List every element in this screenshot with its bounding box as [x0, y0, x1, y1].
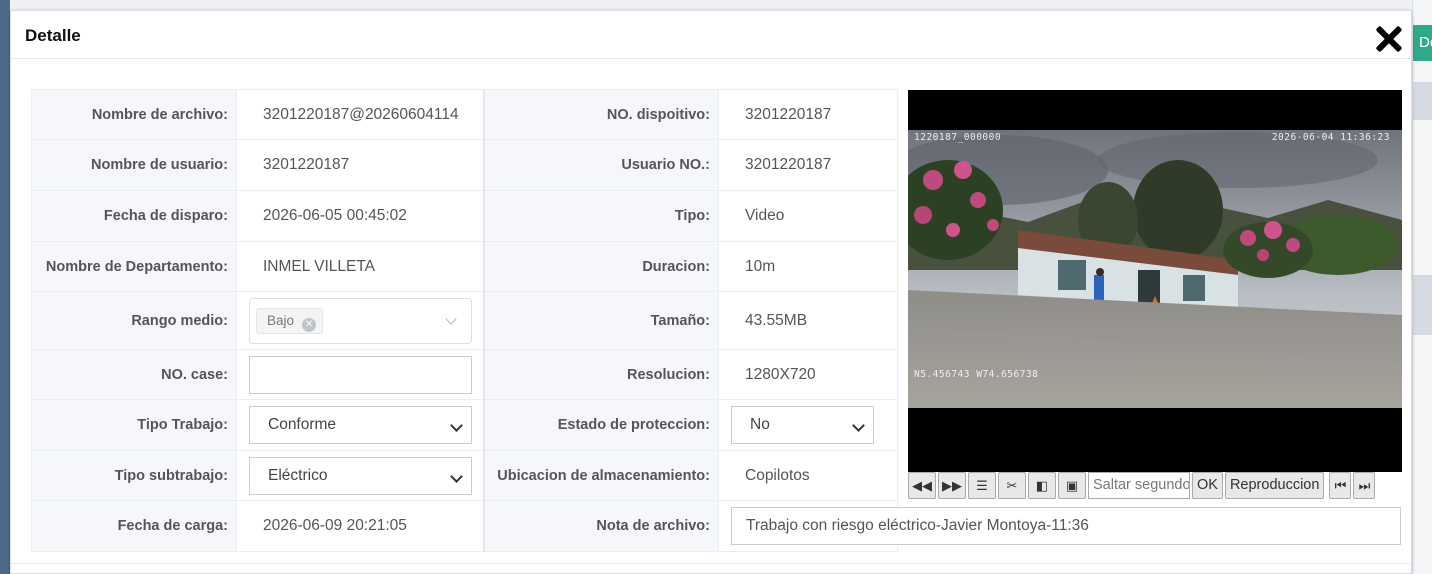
tipo-trabajo-value: Conforme [268, 416, 337, 433]
value-no-dispositivo: 3201220187 [718, 89, 898, 140]
tag-label: Bajo [267, 312, 295, 328]
form-row: Fecha de carga: 2026-06-09 20:21:05 Nota… [31, 500, 1401, 552]
chevron-down-icon [445, 312, 457, 325]
skip-start-icon[interactable]: ⏮ [1329, 472, 1352, 499]
dialog-title: Detalle [25, 26, 81, 45]
form-row: NO. case: Resolucion: 1280X720 [31, 349, 898, 400]
chevron-down-icon [852, 419, 865, 432]
value-tipo: Video [718, 190, 898, 242]
label-no-dispositivo: NO. dispoitivo: [483, 89, 719, 140]
chevron-down-icon [450, 419, 463, 432]
osd-coordinates: N5.456743 W74.656738 [914, 369, 1039, 380]
background-page [0, 0, 1432, 10]
value-usuario-no: 3201220187 [718, 139, 898, 191]
value-nombre-archivo: 3201220187@20260604114 [236, 89, 485, 140]
label-ubicacion: Ubicacion de almacenamiento: [483, 450, 719, 501]
label-fecha-disparo: Fecha de disparo: [31, 190, 237, 242]
value-ubicacion: Copilotos [718, 450, 898, 501]
play-button[interactable]: Reproduccion [1224, 472, 1325, 499]
background-row [1413, 82, 1432, 120]
background-row [1413, 275, 1432, 335]
label-tipo: Tipo: [483, 190, 719, 242]
background-action-button[interactable]: De [1413, 25, 1432, 61]
video-frame: 1220187_000000 2026-06-04 11:36:23 N5.45… [908, 130, 1402, 408]
estado-proteccion-value: No [750, 416, 770, 433]
seek-seconds-input[interactable]: Saltar segundo [1088, 472, 1190, 499]
label-nombre-archivo: Nombre de archivo: [31, 89, 237, 140]
dialog-footer-divider [11, 563, 1411, 564]
dialog-header: Detalle [11, 11, 1411, 59]
label-duracion: Duracion: [483, 241, 719, 292]
value-duracion: 10m [718, 241, 898, 292]
no-case-input[interactable] [249, 355, 472, 394]
osd-timestamp: 2026-06-04 11:36:23 [1271, 132, 1390, 143]
form-row: Nombre de usuario: 3201220187 Usuario NO… [31, 139, 898, 191]
estado-proteccion-select[interactable]: No [731, 406, 874, 444]
label-tipo-subtrabajo: Tipo subtrabajo: [31, 450, 237, 501]
rango-medio-select[interactable]: Bajo ✕ [249, 297, 472, 344]
video-scene-image [908, 130, 1402, 408]
value-departamento: INMEL VILLETA [236, 241, 485, 292]
value-nombre-usuario: 3201220187 [236, 139, 485, 191]
tipo-subtrabajo-cell: Eléctrico [236, 450, 485, 501]
rango-medio-cell: Bajo ✕ [236, 291, 485, 350]
value-fecha-carga: 2026-06-09 20:21:05 [236, 500, 485, 552]
estado-proteccion-cell: No [718, 399, 898, 451]
ok-button[interactable]: OK [1192, 472, 1223, 499]
label-no-case: NO. case: [31, 349, 237, 400]
form-row: Nombre de Departamento: INMEL VILLETA Du… [31, 241, 898, 292]
nota-archivo-cell: Trabajo con riesgo eléctrico-Javier Mont… [718, 500, 1401, 552]
tipo-trabajo-select[interactable]: Conforme [249, 406, 472, 444]
close-icon[interactable] [1373, 23, 1405, 55]
form-row: Nombre de archivo: 3201220187@2026060411… [31, 89, 898, 140]
nota-archivo-input[interactable]: Trabajo con riesgo eléctrico-Javier Mont… [731, 507, 1401, 545]
detail-dialog: Detalle Nombre de archivo: 3201220187@20… [10, 10, 1412, 574]
label-rango-medio: Rango medio: [31, 291, 237, 350]
osd-device-id: 1220187_000000 [914, 132, 1002, 143]
skip-end-icon[interactable]: ⏭ [1353, 472, 1376, 499]
tipo-subtrabajo-select[interactable]: Eléctrico [249, 456, 472, 495]
label-nombre-usuario: Nombre de usuario: [31, 139, 237, 191]
scissors-icon[interactable]: ✂ [998, 472, 1026, 499]
label-usuario-no: Usuario NO.: [483, 139, 719, 191]
detail-form: Nombre de archivo: 3201220187@2026060411… [31, 89, 1401, 552]
fast-forward-icon[interactable]: ▶▶ [938, 472, 966, 499]
tipo-trabajo-cell: Conforme [236, 399, 485, 451]
label-departamento: Nombre de Departamento: [31, 241, 237, 292]
label-resolucion: Resolucion: [483, 349, 719, 400]
tipo-subtrabajo-value: Eléctrico [268, 466, 328, 484]
form-row: Fecha de disparo: 2026-06-05 00:45:02 Ti… [31, 190, 898, 242]
no-case-cell [236, 349, 485, 400]
background-sidebar [0, 0, 10, 574]
player-controls: ◀◀ ▶▶ ☰ ✂ ◧ ▣ Saltar segundo OK Reproduc… [908, 472, 1402, 499]
form-row: Rango medio: Bajo ✕ Tamaño: 43.55MB [31, 291, 898, 350]
label-estado-proteccion: Estado de proteccion: [483, 399, 719, 451]
label-tipo-trabajo: Tipo Trabajo: [31, 399, 237, 451]
list-icon[interactable]: ☰ [968, 472, 996, 499]
label-nota-archivo: Nota de archivo: [483, 500, 719, 552]
label-tamano: Tamaño: [483, 291, 719, 350]
value-fecha-disparo: 2026-06-05 00:45:02 [236, 190, 485, 242]
value-resolucion: 1280X720 [718, 349, 898, 400]
rewind-icon[interactable]: ◀◀ [908, 472, 936, 499]
tag-remove-icon[interactable]: ✕ [302, 317, 317, 332]
selected-tag: Bajo ✕ [256, 307, 324, 334]
form-row: Tipo subtrabajo: Eléctrico Ubicacion de … [31, 450, 898, 501]
frame-back-icon[interactable]: ◧ [1028, 472, 1056, 499]
video-player[interactable]: 1220187_000000 2026-06-04 11:36:23 N5.45… [908, 90, 1402, 472]
label-fecha-carga: Fecha de carga: [31, 500, 237, 552]
chevron-down-icon [450, 469, 463, 483]
frame-forward-icon[interactable]: ▣ [1058, 472, 1086, 499]
form-row: Tipo Trabajo: Conforme Estado de protecc… [31, 399, 898, 451]
value-tamano: 43.55MB [718, 291, 898, 350]
